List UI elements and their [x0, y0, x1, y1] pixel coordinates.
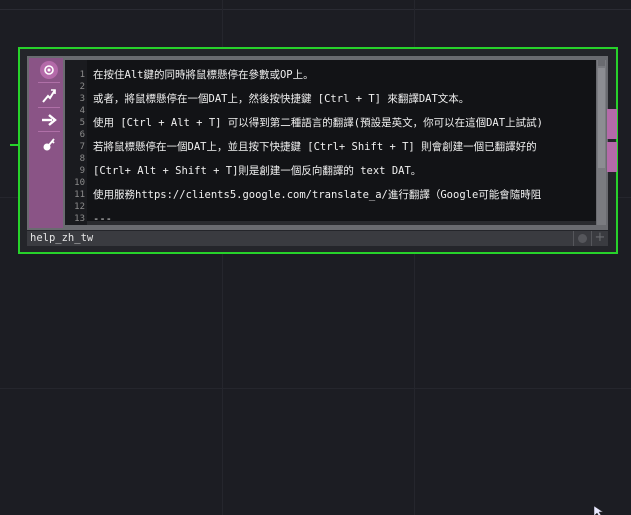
sidebar-divider: [38, 131, 60, 132]
scrollbar-cap: [598, 60, 605, 66]
mouse-cursor-icon: [594, 506, 604, 515]
code-line: 若將鼠標懸停在一個DAT上，並且按下快捷鍵 [Ctrl+ Shift + T] …: [93, 141, 537, 153]
line-number: 7: [79, 142, 85, 152]
node-footer: help_zh_tw +: [27, 231, 608, 246]
input-connector[interactable]: [10, 144, 18, 146]
node-name-label[interactable]: help_zh_tw: [30, 232, 93, 245]
footer-divider: [573, 231, 574, 246]
output-connector[interactable]: [607, 109, 617, 139]
text-dat-node[interactable]: 1 2 3 4 5 6 7 8 9 10 11 12 13 在按住Alt鍵的同時…: [10, 47, 618, 254]
plus-icon[interactable]: +: [594, 231, 606, 244]
code-line: 在按住Alt鍵的同時將鼠標懸停在參數或OP上。: [93, 69, 314, 81]
code-line: 使用服務https://clients5.google.com/translat…: [93, 189, 542, 201]
export-arrow-icon[interactable]: [38, 109, 60, 131]
line-number: 9: [79, 166, 85, 176]
line-number: 6: [79, 130, 85, 140]
canvas-top-border: [0, 9, 631, 10]
horizontal-scrollbar[interactable]: [87, 221, 596, 225]
line-number: 5: [79, 118, 85, 128]
viewer-icon[interactable]: [40, 61, 58, 79]
line-number: 8: [79, 154, 85, 164]
sidebar-divider: [38, 107, 60, 108]
footer-divider: [591, 231, 592, 246]
output-connector[interactable]: [607, 142, 617, 172]
text-editor[interactable]: 1 2 3 4 5 6 7 8 9 10 11 12 13 在按住Alt鍵的同時…: [65, 60, 596, 225]
line-number: 12: [74, 202, 85, 212]
sidebar-divider: [38, 82, 60, 83]
node-viewer[interactable]: 1 2 3 4 5 6 7 8 9 10 11 12 13 在按住Alt鍵的同時…: [27, 56, 617, 230]
line-number: 11: [74, 190, 85, 200]
bypass-icon[interactable]: [38, 85, 60, 107]
viewer-toggle-icon[interactable]: [578, 234, 587, 243]
network-canvas[interactable]: 1 2 3 4 5 6 7 8 9 10 11 12 13 在按住Alt鍵的同時…: [0, 0, 631, 515]
node-sidebar: [29, 58, 63, 228]
code-line: 使用 [Ctrl + Alt + T] 可以得到第二種語言的翻譯(預設是英文，你…: [93, 117, 543, 129]
scrollbar-thumb[interactable]: [598, 68, 605, 168]
line-number: 3: [79, 94, 85, 104]
vertical-scrollbar[interactable]: [597, 60, 606, 225]
line-number: 2: [79, 82, 85, 92]
line-number: 13: [74, 214, 85, 224]
line-number-gutter: 1 2 3 4 5 6 7 8 9 10 11 12 13: [65, 60, 87, 225]
line-number: 4: [79, 106, 85, 116]
code-line: [Ctrl+ Alt + Shift + T]則是創建一個反向翻譯的 text …: [93, 165, 422, 177]
line-number: 10: [74, 178, 85, 188]
grid-line: [0, 388, 631, 389]
lock-icon[interactable]: [38, 133, 60, 155]
line-number: 1: [79, 70, 85, 80]
code-line: 或者，將鼠標懸停在一個DAT上，然後按快捷鍵 [Ctrl + T] 來翻譯DAT…: [93, 93, 470, 105]
